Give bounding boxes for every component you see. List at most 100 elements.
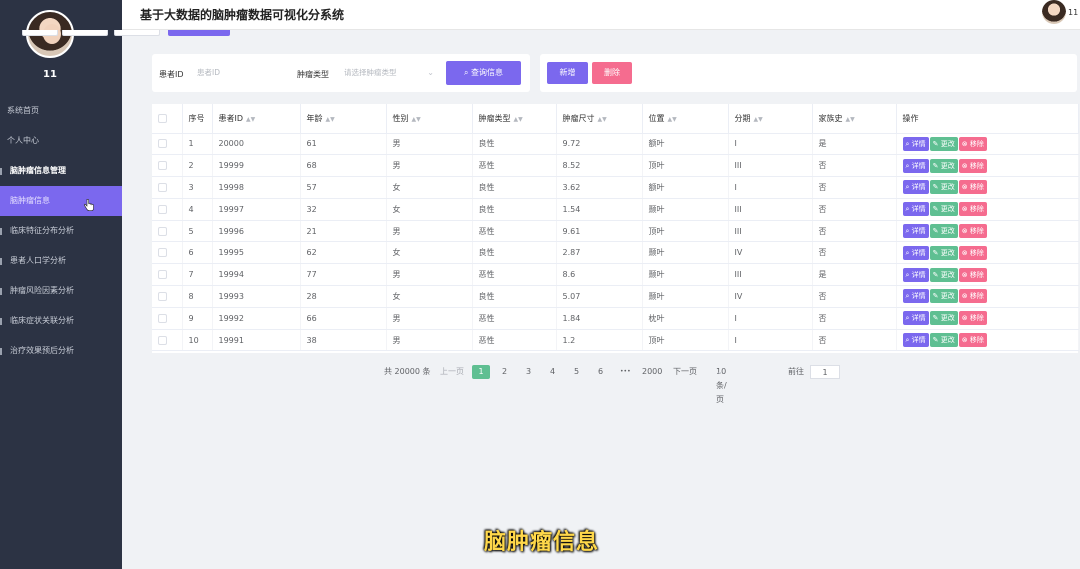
sidebar-item-label: 患者人口学分析 xyxy=(10,256,66,265)
cell-age: 38 xyxy=(300,329,387,352)
remove-button[interactable]: ⊗ 移除 xyxy=(958,245,987,260)
cell-age: 21 xyxy=(300,220,387,243)
page-button-1[interactable]: 1 xyxy=(472,365,490,379)
remove-button[interactable]: ⊗ 移除 xyxy=(958,333,987,348)
col-header-family-history[interactable]: 家族史 ▲▼ xyxy=(812,104,897,134)
page-button-2[interactable]: 2 xyxy=(502,365,507,379)
cell-family-history: 是 xyxy=(812,133,897,156)
remove-button[interactable]: ⊗ 移除 xyxy=(958,180,987,195)
cell-family-history: 否 xyxy=(812,220,897,243)
pencil-icon: ✎ xyxy=(932,205,939,214)
row-checkbox[interactable] xyxy=(152,198,183,221)
row-checkbox[interactable] xyxy=(152,263,183,287)
page-button-3[interactable]: 3 xyxy=(526,365,531,379)
detail-button[interactable]: ⌕ 详情 xyxy=(902,224,929,239)
detail-button[interactable]: ⌕ 详情 xyxy=(902,180,929,195)
header-avatar[interactable] xyxy=(1042,0,1066,24)
detail-button[interactable]: ⌕ 详情 xyxy=(902,245,929,260)
sidebar-item-home[interactable]: 系统首页 xyxy=(0,96,122,126)
row-checkbox[interactable] xyxy=(152,241,183,265)
cell-stage: III xyxy=(728,154,813,178)
select-all-checkbox[interactable] xyxy=(152,104,183,134)
detail-button[interactable]: ⌕ 详情 xyxy=(902,267,929,282)
cell-actions: ⌕ 详情 ✎ 更改 ⊗ 移除 xyxy=(896,329,1079,352)
row-checkbox[interactable] xyxy=(152,176,183,199)
table-row: 1 20000 61 男良性 9.72 额叶 I 是 ⌕ 详情 ✎ 更改 ⊗ 移除 xyxy=(152,133,1079,156)
col-header-stage[interactable]: 分期 ▲▼ xyxy=(728,104,813,134)
cell-tumor-size: 1.2 xyxy=(556,329,643,352)
row-checkbox[interactable] xyxy=(152,220,183,243)
col-header-gender[interactable]: 性别 ▲▼ xyxy=(386,104,473,134)
cell-stage: IV xyxy=(728,241,813,265)
col-header-age[interactable]: 年龄 ▲▼ xyxy=(300,104,387,134)
cell-location: 颞叶 xyxy=(642,263,729,287)
sidebar-item-treatment-prognosis[interactable]: 治疗效果预后分析 xyxy=(0,336,122,366)
remove-button[interactable]: ⊗ 移除 xyxy=(958,311,987,326)
detail-button[interactable]: ⌕ 详情 xyxy=(902,289,929,304)
detail-button[interactable]: ⌕ 详情 xyxy=(902,202,929,217)
page-ellipsis[interactable]: ••• xyxy=(620,365,631,379)
edit-button[interactable]: ✎ 更改 xyxy=(929,180,958,195)
remove-button[interactable]: ⊗ 移除 xyxy=(958,158,987,173)
edit-button[interactable]: ✎ 更改 xyxy=(929,158,958,173)
add-button[interactable]: 新增 xyxy=(547,62,588,84)
remove-button[interactable]: ⊗ 移除 xyxy=(958,136,987,151)
pencil-icon: ✎ xyxy=(932,248,939,257)
search-icon: ⌕ xyxy=(905,270,910,279)
cell-family-history: 否 xyxy=(812,241,897,265)
cell-stage: III xyxy=(728,220,813,243)
edit-button[interactable]: ✎ 更改 xyxy=(929,333,958,348)
remove-button[interactable]: ⊗ 移除 xyxy=(958,289,987,304)
row-checkbox[interactable] xyxy=(152,133,183,156)
edit-button[interactable]: ✎ 更改 xyxy=(929,267,958,282)
page-button-4[interactable]: 4 xyxy=(550,365,555,379)
row-checkbox[interactable] xyxy=(152,285,183,308)
query-button[interactable]: ⌕ 查询信息 xyxy=(446,61,521,85)
remove-button[interactable]: ⊗ 移除 xyxy=(958,224,987,239)
sidebar-item-clinical-distribution[interactable]: 临床特征分布分析 xyxy=(0,216,122,246)
cell-tumor-size: 8.52 xyxy=(556,154,643,178)
delete-button[interactable]: 删除 xyxy=(592,62,632,84)
edit-button[interactable]: ✎ 更改 xyxy=(929,289,958,304)
sidebar-item-symptom-association[interactable]: 临床症状关联分析 xyxy=(0,306,122,336)
cell-gender: 女 xyxy=(386,241,473,265)
edit-button[interactable]: ✎ 更改 xyxy=(929,245,958,260)
col-header-tumor-type[interactable]: 肿瘤类型 ▲▼ xyxy=(472,104,557,134)
tumor-type-select[interactable]: 请选择肿瘤类型 ⌄ xyxy=(338,62,438,84)
sidebar-item-risk-factors[interactable]: 肿瘤风险因素分析 xyxy=(0,276,122,306)
detail-button[interactable]: ⌕ 详情 xyxy=(902,158,929,173)
edit-button[interactable]: ✎ 更改 xyxy=(929,311,958,326)
remove-button[interactable]: ⊗ 移除 xyxy=(958,202,987,217)
col-header-location[interactable]: 位置 ▲▼ xyxy=(642,104,729,134)
edit-button[interactable]: ✎ 更改 xyxy=(929,202,958,217)
sidebar-item-tumor-info[interactable]: 脑肿瘤信息 xyxy=(0,186,122,216)
sidebar-item-tumor-management[interactable]: 脑肿瘤信息管理 xyxy=(0,156,122,186)
col-header-tumor-size[interactable]: 肿瘤尺寸 ▲▼ xyxy=(556,104,643,134)
detail-button[interactable]: ⌕ 详情 xyxy=(902,136,929,151)
page-button-last[interactable]: 2000 xyxy=(642,365,662,379)
sidebar-item-demographics[interactable]: 患者人口学分析 xyxy=(0,246,122,276)
cell-gender: 男 xyxy=(386,154,473,178)
page-button-5[interactable]: 5 xyxy=(574,365,579,379)
detail-button[interactable]: ⌕ 详情 xyxy=(902,333,929,348)
edit-button[interactable]: ✎ 更改 xyxy=(929,224,958,239)
goto-page-input[interactable]: 1 xyxy=(810,365,840,379)
pencil-icon: ✎ xyxy=(932,161,939,170)
cell-tumor-type: 良性 xyxy=(472,241,557,265)
remove-button[interactable]: ⊗ 移除 xyxy=(958,267,987,282)
row-checkbox[interactable] xyxy=(152,329,183,352)
header-user-name[interactable]: 11 xyxy=(1068,8,1080,17)
patient-id-input[interactable]: 患者ID xyxy=(191,62,283,84)
cell-tumor-size: 3.62 xyxy=(556,176,643,199)
row-checkbox[interactable] xyxy=(152,307,183,330)
edit-button[interactable]: ✎ 更改 xyxy=(929,136,958,151)
tumor-type-placeholder: 请选择肿瘤类型 xyxy=(344,68,397,77)
prev-page-button[interactable]: 上一页 xyxy=(440,365,464,379)
page-button-6[interactable]: 6 xyxy=(598,365,603,379)
next-page-button[interactable]: 下一页 xyxy=(673,365,697,379)
col-header-patient-id[interactable]: 患者ID ▲▼ xyxy=(212,104,301,134)
row-checkbox[interactable] xyxy=(152,154,183,178)
sidebar-item-profile[interactable]: 个人中心 xyxy=(0,126,122,156)
detail-button[interactable]: ⌕ 详情 xyxy=(902,311,929,326)
query-button-label: 查询信息 xyxy=(471,68,504,77)
